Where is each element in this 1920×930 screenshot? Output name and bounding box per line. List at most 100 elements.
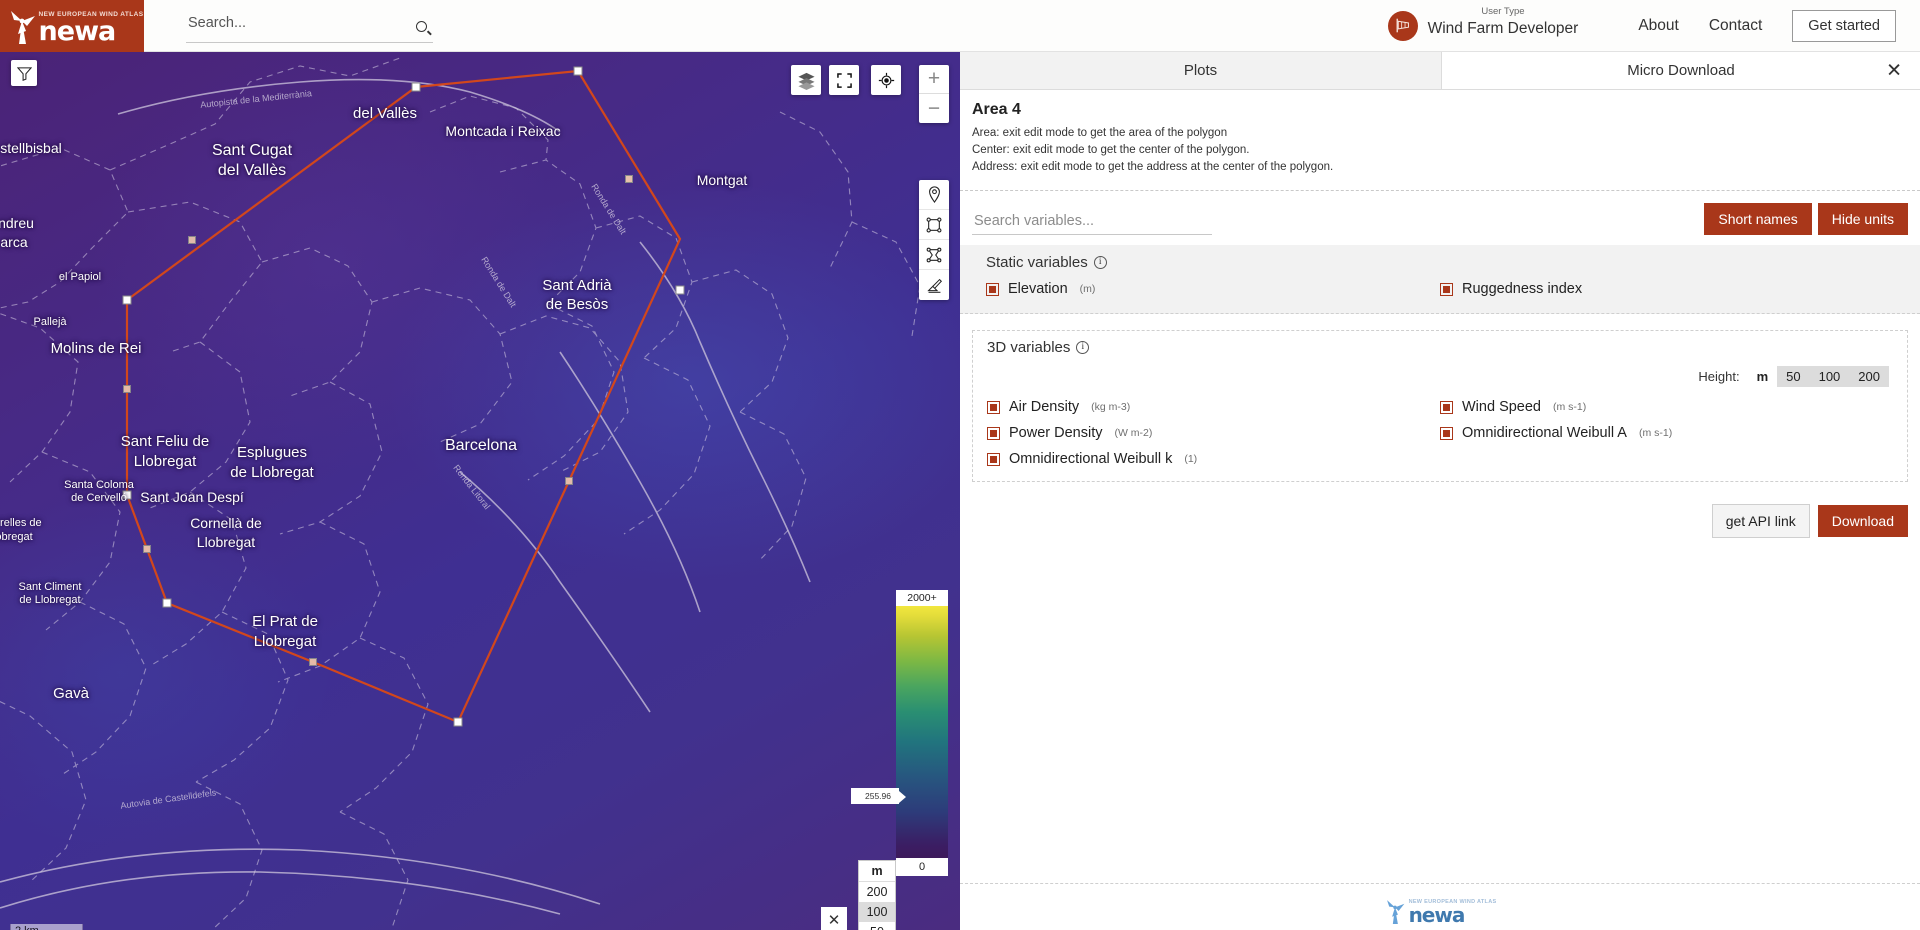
- map-height-100[interactable]: 100: [859, 902, 895, 922]
- info-icon[interactable]: i: [1076, 341, 1090, 354]
- polygon-vertex[interactable]: [573, 66, 583, 76]
- threed-variables-label: 3D variables: [987, 339, 1071, 356]
- polygon-midpoint[interactable]: [309, 658, 317, 666]
- polygon-vertex[interactable]: [453, 717, 463, 727]
- variable-unit: (m s-1): [1638, 427, 1673, 439]
- checkbox-icon[interactable]: [1440, 282, 1453, 296]
- filter-icon[interactable]: [11, 60, 37, 86]
- wind-turbine-logo-icon: [10, 10, 35, 44]
- map-height-selector[interactable]: m 200 100 50: [858, 860, 896, 930]
- variable-checkbox-row[interactable]: Air Density (kg m-3): [987, 399, 1440, 415]
- search-icon[interactable]: [416, 20, 432, 36]
- close-icon[interactable]: ✕: [1886, 61, 1902, 80]
- variable-checkbox-row[interactable]: Power Density (W m-2): [987, 425, 1440, 441]
- locate-icon[interactable]: [871, 65, 901, 95]
- checkbox-icon[interactable]: [987, 426, 1000, 440]
- variable-checkbox-row[interactable]: Omnidirectional Weibull k (1): [987, 451, 1440, 467]
- polygon-midpoint[interactable]: [143, 545, 151, 553]
- checkbox-icon[interactable]: [987, 400, 1000, 414]
- logo-wordmark: newa: [38, 15, 117, 47]
- variable-checkbox-row[interactable]: Elevation (m): [986, 281, 1440, 297]
- panel-footer: NEW EUROPEAN WIND ATLAS newa: [960, 883, 1920, 930]
- variable-search-input[interactable]: [972, 210, 1212, 235]
- fullscreen-icon[interactable]: [829, 65, 859, 95]
- colorbar-value-marker: 255.96: [851, 788, 906, 804]
- height-option-100[interactable]: 100: [1810, 366, 1850, 387]
- hide-units-button[interactable]: Hide units: [1817, 203, 1908, 235]
- map-vector-layer: [0, 57, 921, 930]
- height-selector-row: Height: m 50 100 200: [987, 366, 1893, 387]
- variable-label: Ruggedness index: [1462, 281, 1583, 297]
- draw-marker-icon[interactable]: [919, 180, 949, 210]
- zoom-controls[interactable]: + −: [919, 65, 949, 123]
- static-variables-legend: Static variables i: [986, 254, 1894, 271]
- height-options[interactable]: m 50 100 200: [1747, 366, 1889, 387]
- short-names-button[interactable]: Short names: [1704, 203, 1812, 235]
- user-type-selector[interactable]: User Type Wind Farm Developer: [1387, 7, 1579, 41]
- draw-toolbar[interactable]: [919, 180, 949, 300]
- get-started-button[interactable]: Get started: [1792, 9, 1896, 42]
- selection-polygon: [125, 69, 682, 724]
- map-view[interactable]: del Vallès Montcada i Reixac Montgat Sant C…: [0, 52, 960, 930]
- polygon-midpoint[interactable]: [188, 236, 196, 244]
- variable-checkbox-row[interactable]: Ruggedness index: [1440, 281, 1894, 297]
- newa-logo[interactable]: NEW EUROPEAN WIND ATLAS newa: [0, 0, 144, 52]
- variable-label: Omnidirectional Weibull A: [1462, 425, 1627, 441]
- threed-variables-legend: 3D variables i: [987, 339, 1893, 356]
- tab-micro-download[interactable]: Micro Download ✕: [1442, 52, 1920, 89]
- search-input[interactable]: [186, 15, 396, 35]
- download-button[interactable]: Download: [1817, 505, 1908, 537]
- colorbar-gradient: [896, 606, 948, 858]
- static-variables-grid: Elevation (m) Ruggedness index: [986, 281, 1894, 297]
- global-search[interactable]: [186, 9, 433, 43]
- polygon-vertex[interactable]: [411, 82, 421, 92]
- nav-link-about[interactable]: About: [1638, 17, 1679, 35]
- static-variables-section: Static variables i Elevation (m) Ruggednes…: [960, 245, 1920, 314]
- variable-unit: (1): [1184, 453, 1198, 465]
- colorbar-min-label: 0: [896, 858, 948, 876]
- tab-plots[interactable]: Plots: [960, 52, 1442, 89]
- elevation-colorbar: 2000+ 0 255.96: [851, 590, 948, 876]
- page-title: Area 4: [972, 101, 1021, 118]
- polygon-vertex[interactable]: [162, 598, 172, 608]
- variable-checkbox-row[interactable]: Omnidirectional Weibull A (m s-1): [1440, 425, 1893, 441]
- variable-label: Elevation: [1008, 281, 1068, 297]
- height-unit: m: [1747, 366, 1778, 387]
- info-icon[interactable]: i: [1093, 256, 1107, 269]
- map-legend-close-button[interactable]: ✕: [821, 907, 847, 930]
- map-height-200[interactable]: 200: [859, 882, 895, 902]
- polygon-vertex[interactable]: [675, 285, 685, 295]
- variable-checkbox-row[interactable]: Wind Speed (m s-1): [1440, 399, 1893, 415]
- layers-icon[interactable]: [791, 65, 821, 95]
- polygon-midpoint[interactable]: [565, 477, 573, 485]
- checkbox-icon[interactable]: [1440, 400, 1453, 414]
- height-option-200[interactable]: 200: [1849, 366, 1889, 387]
- height-option-50[interactable]: 50: [1777, 366, 1809, 387]
- get-api-link-button[interactable]: get API link: [1711, 504, 1810, 538]
- polygon-vertex[interactable]: [122, 490, 132, 500]
- user-type-name: Wind Farm Developer: [1427, 20, 1579, 37]
- zoom-in-button[interactable]: +: [919, 65, 949, 94]
- nav-link-contact[interactable]: Contact: [1709, 17, 1762, 35]
- polygon-vertex[interactable]: [122, 295, 132, 305]
- scale-bar-km: 2 km: [10, 924, 83, 930]
- checkbox-icon[interactable]: [1440, 426, 1453, 440]
- area-line-area: Area: exit edit mode to get the area of …: [972, 127, 1228, 139]
- area-info: Area 4 Area: exit edit mode to get the a…: [960, 90, 1920, 180]
- zoom-out-button[interactable]: −: [919, 94, 949, 123]
- checkbox-icon[interactable]: [986, 282, 999, 296]
- draw-polygon-icon[interactable]: [919, 240, 949, 270]
- area-line-center: Center: exit edit mode to get the center…: [972, 144, 1250, 156]
- avatar[interactable]: [1387, 10, 1418, 41]
- polygon-midpoint[interactable]: [625, 175, 633, 183]
- polygon-midpoint[interactable]: [123, 385, 131, 393]
- variable-label: Omnidirectional Weibull k: [1009, 451, 1173, 467]
- windsock-icon: [1396, 18, 1410, 33]
- map-height-50[interactable]: 50: [859, 922, 895, 930]
- draw-rectangle-icon[interactable]: [919, 210, 949, 240]
- variable-label: Power Density: [1009, 425, 1103, 441]
- tab-micro-download-label: Micro Download: [1627, 62, 1735, 79]
- height-label: Height:: [1698, 369, 1740, 384]
- eraser-icon[interactable]: [919, 270, 949, 300]
- checkbox-icon[interactable]: [987, 452, 1000, 466]
